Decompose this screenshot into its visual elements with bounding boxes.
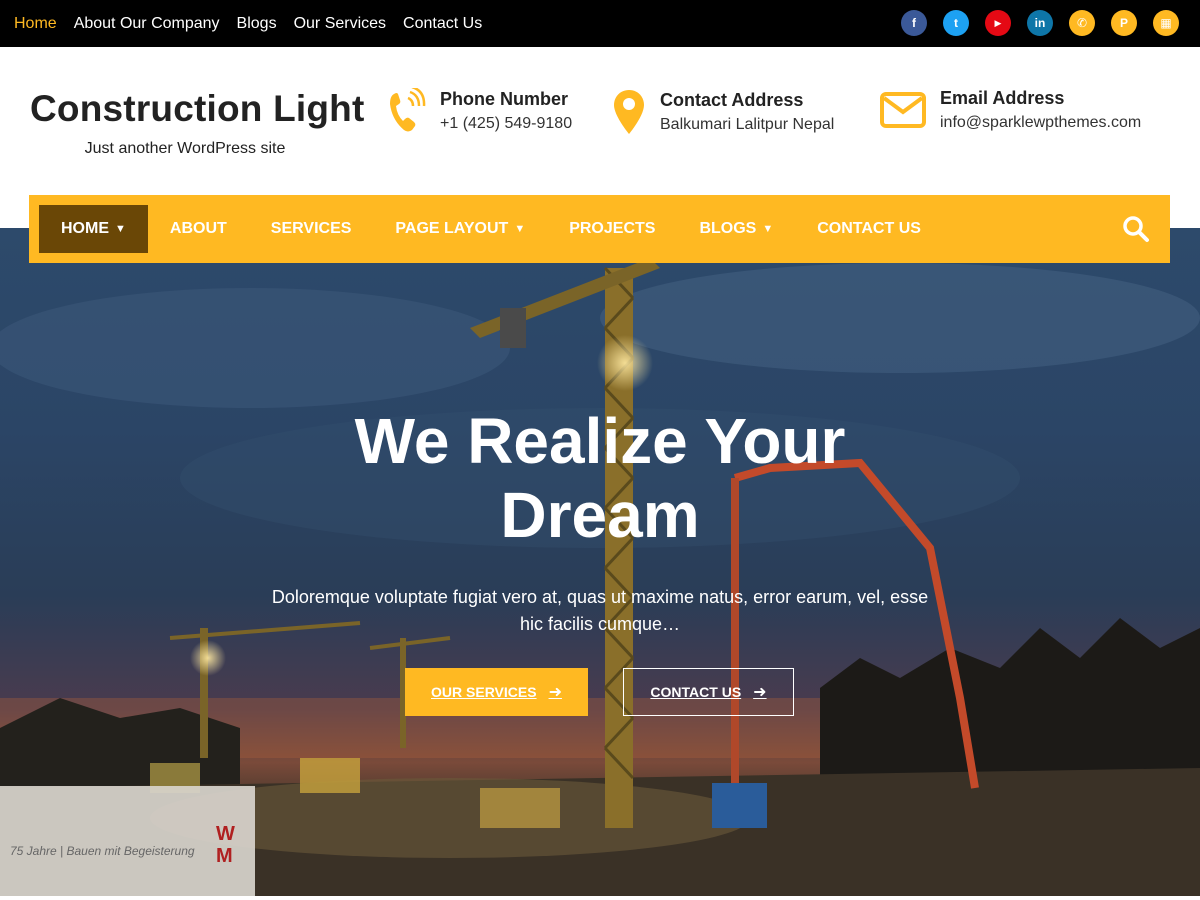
- nav-item-page-layout[interactable]: PAGE LAYOUT ▼: [373, 205, 547, 253]
- nav-label-services: SERVICES: [270, 220, 352, 237]
- page-bottom-strip: [0, 896, 1200, 900]
- svg-text:75 Jahre | Bauen mit Begeister: 75 Jahre | Bauen mit Begeisterung: [10, 844, 195, 858]
- nav-item-blogs[interactable]: BLOGS ▼: [677, 205, 795, 253]
- nav-label-blogs: BLOGS: [699, 220, 757, 237]
- arrow-right-icon: ➜: [753, 684, 767, 701]
- our-services-label: OUR SERVICES: [431, 684, 537, 700]
- main-navigation: HOME ▼ ABOUT SERVICES PAGE LAYOUT ▼ PROJ…: [29, 195, 1170, 263]
- nav-item-services[interactable]: SERVICES: [249, 205, 374, 253]
- hero-title: We Realize Your Dream: [354, 405, 846, 551]
- phone-value[interactable]: +1 (425) 549-9180: [440, 115, 572, 133]
- search-icon[interactable]: [1122, 215, 1150, 243]
- top-link-about[interactable]: About Our Company: [74, 15, 220, 33]
- nav-item-about[interactable]: ABOUT: [148, 205, 249, 253]
- construction-site-image: 75 Jahre | Bauen mit Begeisterung W M: [0, 258, 1200, 896]
- address-value: Balkumari Lalitpur Nepal: [660, 116, 835, 133]
- pinterest-icon[interactable]: P: [1111, 10, 1137, 36]
- hero-description: Doloremque voluptate fugiat vero at, qua…: [271, 587, 929, 634]
- calendar-icon[interactable]: ▦: [1153, 10, 1179, 36]
- nav-label-about: ABOUT: [169, 220, 227, 237]
- social-links: f t ▶ in ✆ P ▦: [885, 10, 1179, 36]
- map-pin-icon: [614, 90, 644, 134]
- facebook-icon[interactable]: f: [901, 10, 927, 36]
- nav-label-contact: CONTACT US: [817, 220, 921, 237]
- envelope-icon: [880, 92, 926, 128]
- chevron-down-icon: ▼: [115, 223, 126, 235]
- linkedin-icon[interactable]: in: [1027, 10, 1053, 36]
- top-nav: Home About Our Company Blogs Our Service…: [14, 0, 499, 47]
- top-link-blogs[interactable]: Blogs: [237, 15, 277, 33]
- nav-label-page-layout: PAGE LAYOUT: [395, 220, 509, 237]
- email-title: Email Address: [940, 88, 1065, 108]
- top-link-home[interactable]: Home: [14, 15, 57, 33]
- our-services-button[interactable]: OUR SERVICES ➜: [405, 668, 588, 716]
- site-title[interactable]: Construction Light: [30, 88, 364, 130]
- phone-icon[interactable]: ✆: [1069, 10, 1095, 36]
- contact-us-label: CONTACT US: [650, 684, 742, 700]
- nav-item-home[interactable]: HOME ▼: [39, 205, 148, 253]
- chevron-down-icon: ▼: [514, 223, 526, 235]
- youtube-icon[interactable]: ▶: [985, 10, 1011, 36]
- arrow-right-icon: ➜: [548, 684, 562, 701]
- nav-item-projects[interactable]: PROJECTS: [547, 205, 677, 253]
- top-link-contact[interactable]: Contact Us: [403, 15, 482, 33]
- phone-info: Phone Number +1 (425) 549-9180: [388, 88, 572, 134]
- twitter-icon[interactable]: t: [943, 10, 969, 36]
- chevron-down-icon: ▼: [762, 223, 774, 235]
- nav-menu: HOME ▼ ABOUT SERVICES PAGE LAYOUT ▼ PROJ…: [39, 205, 943, 253]
- site-tagline: Just another WordPress site: [84, 140, 286, 157]
- email-info: Email Address info@sparklewpthemes.com: [880, 88, 1141, 132]
- address-title: Contact Address: [660, 90, 804, 110]
- address-info: Contact Address Balkumari Lalitpur Nepal: [612, 88, 834, 136]
- phone-title: Phone Number: [440, 89, 569, 109]
- svg-text:W: W: [216, 823, 235, 845]
- nav-item-contact[interactable]: CONTACT US: [795, 205, 943, 253]
- top-bar: Home About Our Company Blogs Our Service…: [0, 0, 1200, 47]
- site-branding: Construction Light Just another WordPres…: [30, 88, 364, 158]
- nav-label-home: HOME: [61, 220, 109, 237]
- email-value[interactable]: info@sparklewpthemes.com: [940, 114, 1141, 132]
- nav-label-projects: PROJECTS: [569, 220, 656, 237]
- hero-banner: 75 Jahre | Bauen mit Begeisterung W M: [0, 228, 1200, 896]
- phone-ring-icon: [390, 88, 426, 132]
- contact-us-button[interactable]: CONTACT US ➜: [623, 668, 794, 716]
- top-link-services[interactable]: Our Services: [294, 15, 386, 33]
- svg-text:M: M: [216, 845, 233, 867]
